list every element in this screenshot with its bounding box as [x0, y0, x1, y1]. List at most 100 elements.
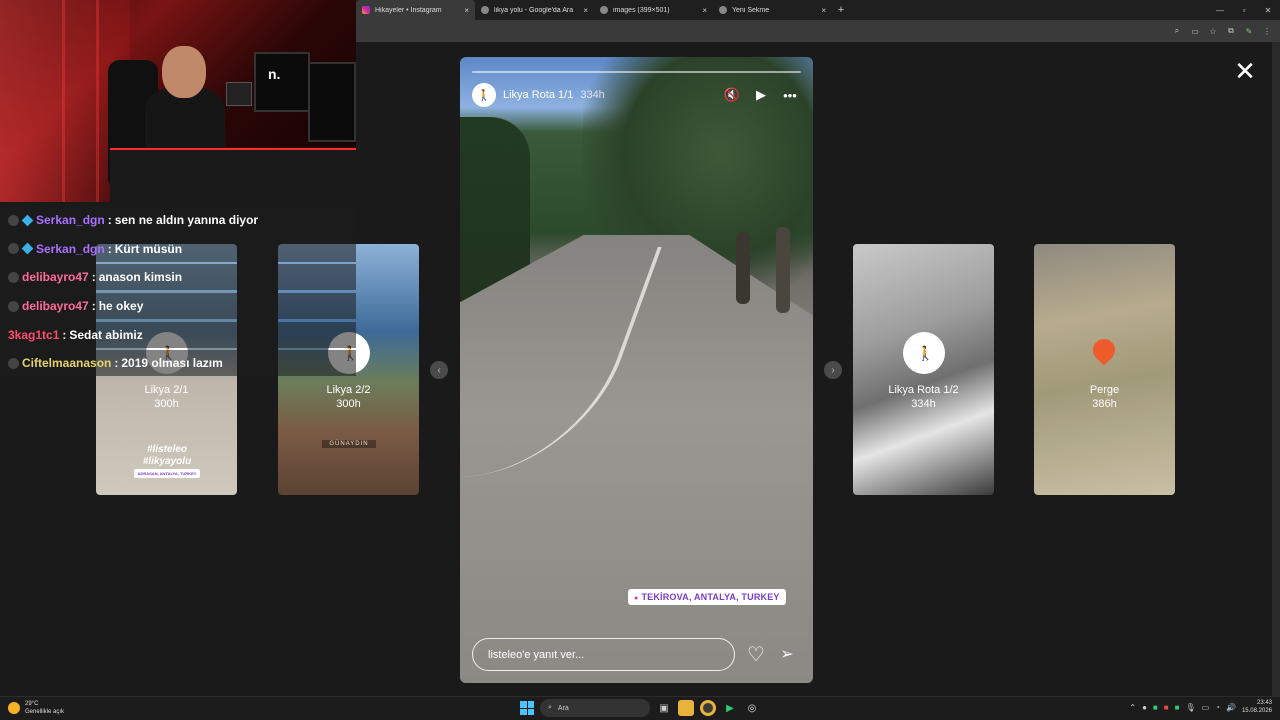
close-button[interactable]: ✕	[1234, 58, 1256, 84]
badge-icon	[8, 214, 19, 226]
extensions-icon[interactable]: ⧉	[1226, 26, 1236, 36]
menu-icon[interactable]: ⋮	[1262, 27, 1272, 36]
reply-input[interactable]: listeleo'e yanıt ver...	[472, 638, 735, 671]
tab-instagram[interactable]: Hikayeler • Instagram ×	[356, 0, 475, 20]
story-card-overlay-text: #listeleo #likyayolu	[142, 444, 192, 467]
story-username[interactable]: Likya Rota 1/1	[503, 89, 573, 101]
chat-username: Ciftelmaanason	[22, 356, 112, 371]
new-tab-button[interactable]: +	[832, 4, 850, 16]
scrollbar[interactable]	[1272, 42, 1280, 696]
story-card-time: 386h	[1092, 398, 1117, 410]
hiker-figure	[776, 227, 790, 313]
close-tab-icon[interactable]: ×	[464, 6, 469, 15]
task-view-icon[interactable]: ▣	[656, 700, 672, 716]
story-card-name: Likya 2/2	[326, 384, 371, 396]
microphone-icon[interactable]: 🎙	[1185, 703, 1195, 712]
chat-message: delibayro47: anason kimsin	[0, 264, 356, 291]
send-icon[interactable]: ➢	[776, 644, 798, 666]
windows-start-icon[interactable]	[520, 701, 534, 715]
story-card-perge[interactable]: Perge 386h	[1034, 244, 1175, 495]
newtab-icon	[719, 6, 727, 14]
cast-icon[interactable]: ▭	[1190, 27, 1200, 36]
close-tab-icon[interactable]: ×	[821, 6, 826, 15]
play-store-icon[interactable]: ▶	[722, 700, 738, 716]
display-icon[interactable]: ▭	[1202, 703, 1210, 712]
restore-button[interactable]: ▫	[1232, 6, 1256, 15]
edit-icon[interactable]: ✎	[1244, 27, 1254, 36]
badge-icon	[8, 243, 19, 255]
story-card-name: Likya Rota 1/2	[888, 384, 959, 396]
story-card-name: Likya 2/1	[144, 384, 189, 396]
mute-icon[interactable]: 🔇	[721, 87, 743, 103]
chat-username: Serkan_dgn	[36, 241, 105, 256]
story-card-tag: GÜNAYDIN	[322, 440, 376, 448]
close-tab-icon[interactable]: ×	[583, 6, 588, 15]
clock[interactable]: 23:43 15.08.2026	[1242, 699, 1272, 715]
story-header: 🚶 Likya Rota 1/1 334h 🔇 ▶ •••	[472, 83, 801, 107]
tab-images[interactable]: images (399×501) ×	[594, 0, 713, 20]
story-card-time: 300h	[336, 398, 361, 410]
tab-title: images (399×501)	[613, 6, 670, 14]
star-icon[interactable]: ☆	[1208, 27, 1218, 36]
story-card-time: 300h	[154, 398, 179, 410]
tray-app-icon[interactable]: ■	[1175, 703, 1180, 712]
location-pin-icon	[1088, 334, 1120, 366]
logo: n.	[268, 66, 281, 82]
stream-chat: Serkan_dgn: sen ne aldın yanına diyor Se…	[0, 207, 356, 379]
badge-icon	[8, 271, 19, 283]
chat-username: Serkan_dgn	[36, 213, 105, 227]
weather-desc: Genellikle açık	[25, 709, 65, 715]
tray-app-icon[interactable]: ●	[1142, 703, 1147, 712]
search-label: Ara	[557, 704, 569, 712]
more-options-icon[interactable]: •••	[779, 88, 801, 103]
search-icon: ⌕	[548, 704, 552, 711]
story-card-name: Perge	[1089, 384, 1120, 396]
obs-icon[interactable]: ◎	[744, 700, 760, 716]
tab-google-search[interactable]: likya yolu - Google'da Ara ×	[475, 0, 594, 20]
next-story-button[interactable]: ›	[824, 361, 842, 379]
heart-icon[interactable]: ♡	[744, 644, 768, 666]
play-icon[interactable]: ▶	[750, 87, 772, 103]
instagram-icon	[362, 6, 370, 14]
chat-message: delibayro47: he okey	[0, 293, 356, 320]
chat-text: anason kimsin	[98, 270, 183, 285]
weather-temp: 29°C	[25, 701, 39, 707]
tray-app-icon[interactable]: ■	[1153, 703, 1158, 712]
location-sticker[interactable]: TEKİROVA, ANTALYA, TURKEY	[628, 589, 786, 605]
taskbar-search[interactable]: ⌕ Ara	[540, 699, 650, 717]
sun-icon	[8, 702, 20, 714]
close-tab-icon[interactable]: ×	[702, 6, 707, 15]
tray-app-icon[interactable]: ■	[1164, 703, 1169, 712]
chrome-icon[interactable]	[700, 700, 716, 716]
weather-widget[interactable]: 29°C Genellikle açık	[8, 700, 64, 716]
close-window-button[interactable]: ✕	[1256, 6, 1280, 15]
tab-title: Yeni Sekme	[732, 6, 770, 14]
tab-title: Hikayeler • Instagram	[375, 6, 442, 14]
tab-title: likya yolu - Google'da Ara	[494, 6, 574, 14]
location-sticker: ADRASAN, ANTALYA, TURKEY	[134, 469, 200, 478]
file-explorer-icon[interactable]	[678, 700, 694, 716]
clock-date: 15.08.2026	[1241, 708, 1272, 714]
badge-icon	[8, 300, 19, 312]
chat-text: sen ne aldın yanına diyor	[114, 213, 259, 227]
story-card-time: 334h	[911, 398, 936, 410]
sign	[226, 82, 252, 106]
story-progress-bar	[472, 71, 801, 73]
window-controls: — ▫ ✕	[1208, 0, 1280, 20]
avatar[interactable]: 🚶	[472, 83, 496, 107]
active-story[interactable]: 🚶 Likya Rota 1/1 334h 🔇 ▶ ••• TEKİROVA, …	[460, 57, 813, 683]
hiker-icon: 🚶	[916, 345, 934, 361]
cube-icon	[21, 242, 34, 255]
network-icon[interactable]: ◔	[1215, 703, 1220, 712]
story-card-likya-rota-1-2[interactable]: 🚶 Likya Rota 1/2 334h	[853, 244, 994, 495]
chat-text: Kürt müsün	[114, 241, 183, 256]
tab-new[interactable]: Yeni Sekme ×	[713, 0, 832, 20]
zoom-icon[interactable]: ⌕	[1172, 26, 1182, 36]
volume-icon[interactable]: 🔊	[1226, 703, 1236, 712]
avatar: 🚶	[902, 332, 945, 374]
chat-text: 2019 olması lazım	[121, 356, 223, 371]
google-icon	[481, 6, 489, 14]
previous-story-button[interactable]: ‹	[430, 361, 448, 379]
chevron-up-icon[interactable]: ⌃	[1129, 703, 1136, 712]
minimize-button[interactable]: —	[1208, 6, 1232, 15]
